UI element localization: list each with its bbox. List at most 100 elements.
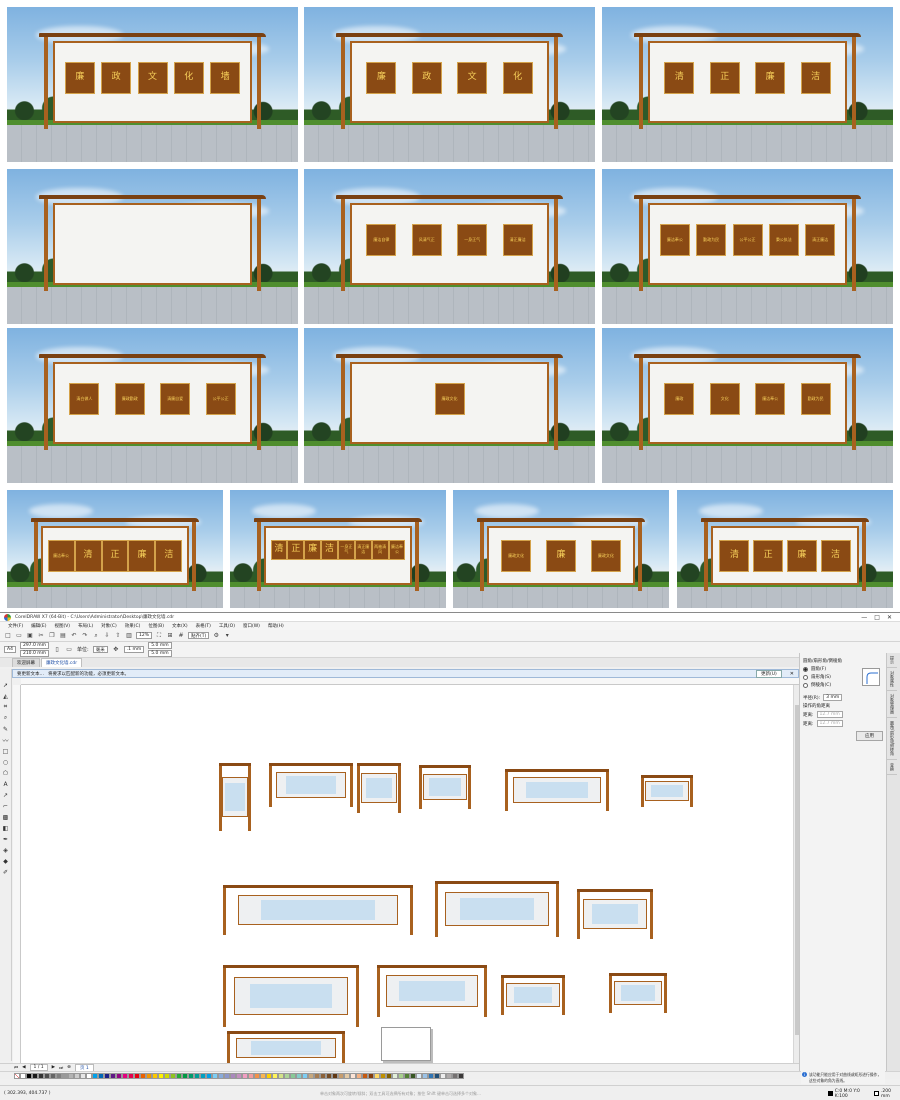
duplicate-y-field[interactable]: 5.0 mm [148, 650, 172, 657]
undo-icon[interactable]: ↶ [70, 632, 78, 640]
radius-field[interactable]: 3 mm [823, 694, 843, 701]
close-window-button[interactable]: ✕ [887, 614, 892, 621]
menu-file[interactable]: 文件(F) [4, 623, 27, 629]
a4-page[interactable] [381, 1027, 431, 1061]
paste-icon[interactable]: ▤ [59, 632, 67, 640]
artistic-media-icon[interactable]: 〰 [2, 736, 10, 745]
canvas-artwork[interactable] [223, 965, 359, 1027]
canvas-artwork[interactable] [219, 763, 251, 831]
color-swatch[interactable] [458, 1072, 464, 1079]
transparency-tool-icon[interactable]: ◧ [2, 824, 10, 832]
snap-to-select[interactable]: 贴齐(T) [188, 632, 210, 639]
next-page-icon[interactable]: ▶ [52, 1065, 55, 1070]
vertical-ruler[interactable] [13, 685, 21, 1063]
tab-document[interactable]: 廉政文化墙.cdr [41, 658, 83, 667]
canvas-artwork[interactable] [505, 769, 609, 811]
zoom-level-select[interactable]: 12% [136, 632, 153, 639]
outline-pen-icon[interactable]: ✐ [2, 868, 10, 876]
zoom-tool-icon[interactable]: ⌕ [2, 714, 10, 722]
copy-icon[interactable]: ❐ [48, 632, 56, 640]
tab-welcome[interactable]: 欢迎屏幕 [12, 658, 40, 667]
freehand-tool-icon[interactable]: ✎ [2, 725, 10, 733]
menu-layout[interactable]: 布局(L) [74, 623, 97, 629]
distance-field-1[interactable]: 12.7 mm [816, 711, 843, 718]
docker-tab-hints[interactable]: 提示 [887, 653, 897, 668]
rulers-icon[interactable]: ⊞ [166, 632, 174, 640]
drop-shadow-icon[interactable]: ▩ [2, 813, 10, 821]
distance-field-2[interactable]: 12.7 mm [816, 720, 843, 727]
menu-table[interactable]: 表格(T) [192, 623, 215, 629]
interactive-fill-icon[interactable]: ◈ [2, 846, 10, 854]
last-page-icon[interactable]: ⏭ [59, 1065, 63, 1071]
canvas-artwork[interactable] [435, 881, 559, 937]
docker-tab-object-manager[interactable]: 对象管理器 [887, 691, 897, 718]
page-width-field[interactable]: 297.0 mm [19, 642, 50, 649]
canvas-artwork[interactable] [501, 975, 565, 1015]
canvas-artwork[interactable] [223, 885, 413, 935]
options-icon[interactable]: ⚙ [212, 632, 220, 640]
grid-icon[interactable]: # [177, 632, 185, 640]
menu-bitmaps[interactable]: 位图(B) [144, 623, 168, 629]
canvas-artwork[interactable] [227, 1031, 345, 1065]
minimize-button[interactable]: — [861, 614, 867, 621]
horizontal-ruler[interactable] [21, 678, 799, 685]
nudge-field[interactable]: .1 mm [123, 646, 145, 653]
menu-help[interactable]: 帮助(H) [264, 623, 288, 629]
add-page-icon[interactable]: ⊕ [67, 1065, 71, 1070]
scallop-radio[interactable] [803, 674, 808, 680]
menu-edit[interactable]: 编辑(E) [27, 623, 50, 629]
text-tool-icon[interactable]: A [2, 780, 10, 788]
parallel-dimension-icon[interactable]: ↗ [2, 791, 10, 799]
ellipse-tool-icon[interactable]: ○ [2, 758, 10, 766]
page-size-select[interactable]: A4 [4, 646, 16, 653]
apply-button[interactable]: 应用 [856, 731, 883, 741]
maximize-button[interactable]: □ [874, 614, 880, 621]
pick-tool-icon[interactable]: ➚ [2, 681, 10, 689]
smart-fill-icon[interactable]: ◆ [2, 857, 10, 865]
import-icon[interactable]: ⇩ [103, 632, 111, 640]
open-icon[interactable]: ▭ [15, 632, 23, 640]
redo-icon[interactable]: ↷ [81, 632, 89, 640]
eyedropper-icon[interactable]: ✒ [2, 835, 10, 843]
search-icon[interactable]: ⌕ [92, 632, 100, 640]
portrait-icon[interactable]: ▯ [53, 646, 61, 654]
docker-tab-transform[interactable]: 变换 [887, 760, 897, 775]
crop-tool-icon[interactable]: ⌗ [2, 703, 10, 711]
new-document-icon[interactable]: □ [4, 632, 12, 640]
drawing-canvas[interactable] [21, 685, 793, 1065]
menu-effects[interactable]: 效果(C) [121, 623, 145, 629]
prev-page-icon[interactable]: ◀ [22, 1065, 25, 1070]
fillet-radio[interactable] [803, 666, 808, 672]
connector-tool-icon[interactable]: ⌐ [2, 802, 10, 810]
cut-icon[interactable]: ✂ [37, 632, 45, 640]
units-select[interactable]: 毫米 [92, 646, 108, 653]
update-text-button[interactable]: 更新(U) [755, 669, 782, 678]
canvas-artwork[interactable] [641, 775, 693, 807]
menu-tools[interactable]: 工具(O) [215, 623, 239, 629]
canvas-artwork[interactable] [609, 973, 667, 1013]
landscape-icon[interactable]: ▭ [65, 646, 73, 654]
launch-icon[interactable]: ▾ [223, 632, 231, 640]
save-icon[interactable]: ▣ [26, 632, 34, 640]
rectangle-tool-icon[interactable]: □ [2, 747, 10, 755]
full-screen-icon[interactable]: ⛶ [155, 632, 163, 640]
first-page-icon[interactable]: ⏮ [14, 1065, 18, 1071]
canvas-artwork[interactable] [269, 763, 353, 807]
menu-object[interactable]: 对象(C) [97, 623, 121, 629]
page-height-field[interactable]: 210.0 mm [19, 650, 50, 657]
canvas-artwork[interactable] [577, 889, 653, 939]
canvas-artwork[interactable] [419, 765, 471, 809]
publish-pdf-icon[interactable]: ▥ [125, 632, 133, 640]
chamfer-radio[interactable] [803, 682, 808, 688]
export-icon[interactable]: ⇧ [114, 632, 122, 640]
duplicate-x-field[interactable]: 5.0 mm [148, 642, 172, 649]
polygon-tool-icon[interactable]: ⬠ [2, 769, 10, 777]
shape-tool-icon[interactable]: ◭ [2, 692, 10, 700]
infobar-close-icon[interactable]: ✕ [786, 671, 798, 677]
menu-window[interactable]: 窗口(W) [239, 623, 264, 629]
menu-view[interactable]: 视图(V) [50, 623, 74, 629]
menu-text[interactable]: 文本(X) [168, 623, 192, 629]
docker-tab-fillet[interactable]: 圆角/扇形角/倒棱角 [887, 718, 897, 760]
canvas-artwork[interactable] [377, 965, 487, 1017]
canvas-artwork[interactable] [357, 763, 401, 813]
